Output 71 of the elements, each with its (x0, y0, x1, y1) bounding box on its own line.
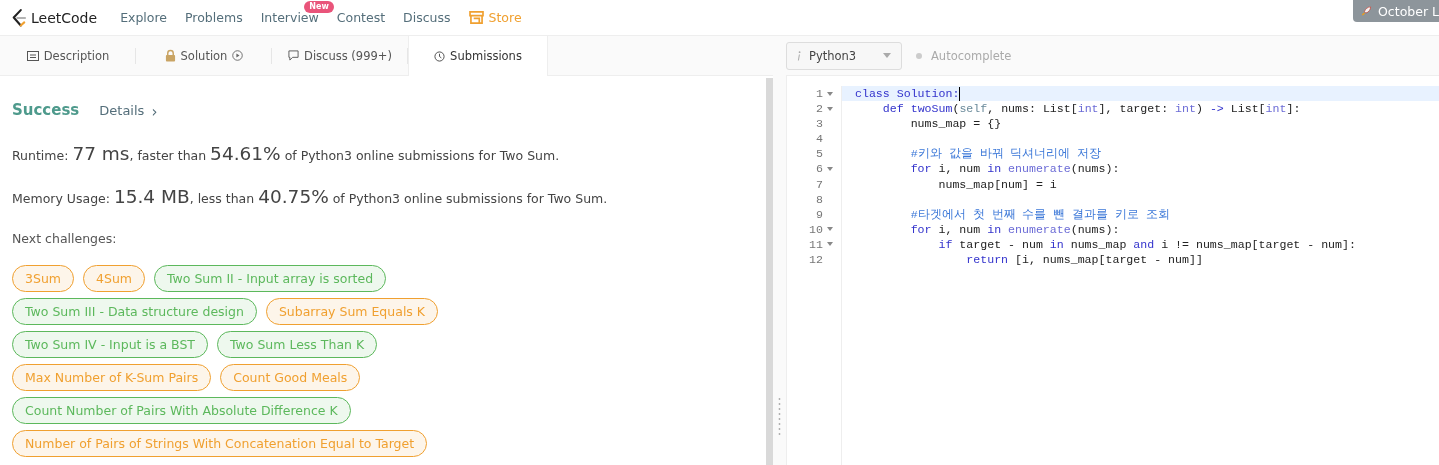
logo-icon[interactable] (12, 8, 26, 27)
caret-icon (883, 53, 891, 58)
next-challenges-label: Next challenges: (12, 231, 118, 246)
logo-text[interactable]: LeetCode (31, 9, 98, 26)
language-select[interactable]: Python3 (786, 41, 902, 70)
line-number: 10 (809, 221, 823, 237)
challenge-tag[interactable]: Count Good Meals (220, 364, 361, 391)
document-icon (26, 50, 39, 61)
rocket-icon (1361, 4, 1373, 18)
nav-link[interactable]: Contest (327, 10, 395, 25)
line-number: 7 (816, 176, 823, 192)
line-number: 4 (816, 131, 823, 147)
tab[interactable]: Submissions (408, 36, 548, 76)
details-link[interactable]: Details › (99, 103, 158, 121)
autocomplete-toggle[interactable]: Autocomplete (916, 48, 1012, 63)
fold-icon[interactable] (827, 167, 833, 171)
scrollbar[interactable] (766, 78, 773, 465)
line-number: 3 (816, 116, 823, 132)
challenge-tag[interactable]: 3Sum (12, 265, 74, 292)
line-number: 11 (809, 236, 823, 253)
nav-link[interactable]: Problems (176, 10, 252, 25)
code-line: if target - num in nums_map and i != nums_map[target - num]: (937, 236, 1356, 253)
lock-icon (164, 49, 176, 62)
challenge-tag[interactable]: 4Sum (83, 265, 145, 292)
new-badge: New (304, 1, 334, 13)
info-icon (797, 50, 801, 61)
code-line: #키와 값을 바꿔 딕셔너리에 저장 (909, 146, 1102, 162)
nav-link[interactable]: Interview (251, 10, 328, 25)
nav-link[interactable]: Discuss (394, 10, 460, 25)
code-line: nums_map[num] = i (937, 176, 1057, 192)
store-icon (468, 11, 484, 24)
nav-link[interactable]: Explore (111, 10, 177, 25)
tab[interactable]: Solution (136, 36, 272, 75)
play-icon (232, 50, 244, 61)
code-editor[interactable] (786, 76, 1439, 465)
line-number: 6 (816, 161, 823, 177)
store-link[interactable]: Store (459, 10, 531, 25)
fold-icon[interactable] (827, 106, 833, 111)
challenge-tag[interactable]: Two Sum III - Data structure design (12, 298, 257, 325)
code-line: def twoSum(self, nums: List[int], target: int) -> List[int]: (881, 101, 1301, 117)
line-number: 9 (816, 206, 823, 222)
challenge-tag[interactable]: Count Number of Pairs With Absolute Difference K (12, 397, 351, 424)
clock-icon (434, 50, 446, 62)
comment-icon (288, 50, 300, 61)
challenge-tag[interactable]: Max Number of K-Sum Pairs (12, 364, 212, 391)
tab[interactable]: Discuss (999+) (272, 36, 408, 75)
fold-icon[interactable] (827, 242, 833, 247)
fold-icon[interactable] (827, 227, 833, 232)
challenge-tag[interactable]: Two Sum Less Than K (217, 331, 378, 358)
status-text: Success (12, 101, 80, 119)
fold-icon[interactable] (827, 91, 833, 96)
line-number: 1 (816, 86, 823, 102)
code-line: for i, num in enumerate(nums): (909, 161, 1120, 177)
code-line: nums_map = {} (909, 116, 1002, 132)
stat-text: Runtime: 77 ms, faster than 54.61% of Python3 online submissions for Two Sum. (12, 142, 561, 166)
stat-text: Memory Usage: 15.4 MB, less than 40.75% of Python3 online submissions for Two Sum. (12, 185, 609, 209)
code-line: return [i, nums_map[target - num]] (965, 252, 1203, 268)
promo-button[interactable]: October L (1353, 0, 1439, 22)
challenge-tag[interactable]: Two Sum II - Input array is sorted (154, 265, 387, 292)
tab[interactable]: Description (0, 36, 136, 75)
line-number: 12 (809, 252, 823, 268)
line-number: 5 (816, 146, 823, 162)
line-number: 2 (816, 101, 823, 117)
challenge-tag[interactable]: Two Sum IV - Input is a BST (12, 331, 208, 358)
challenge-tag[interactable]: Number of Pairs of Strings With Concatenation Equal to Target (12, 430, 428, 457)
challenge-tag[interactable]: Subarray Sum Equals K (265, 298, 439, 325)
line-number: 8 (816, 191, 823, 207)
code-line: class Solution: (855, 86, 960, 102)
code-line: #타겟에서 첫 번째 수를 뺀 결과를 키로 조회 (909, 206, 1171, 222)
code-line: for i, num in enumerate(nums): (909, 221, 1120, 237)
drag-handle-icon[interactable] (778, 397, 781, 437)
